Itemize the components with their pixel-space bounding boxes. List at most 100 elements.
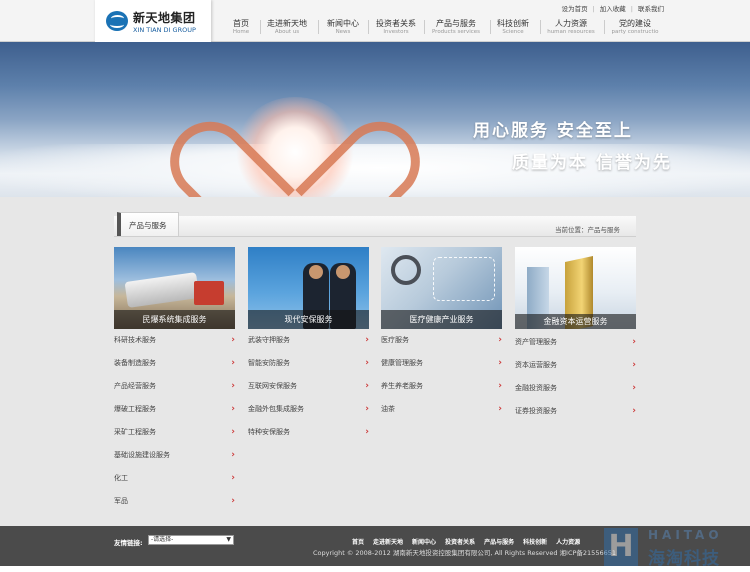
nav-divider bbox=[490, 20, 491, 34]
card-image-finance[interactable]: 金融资本运营服务 bbox=[515, 247, 636, 329]
nav-item-news[interactable]: 新闻中心 News bbox=[324, 18, 362, 35]
chevron-right-icon: › bbox=[632, 337, 636, 347]
list-item[interactable]: 产品经营服务 › bbox=[114, 379, 235, 402]
service-list: 医疗服务 › 健康管理服务 › 养生养老服务 › 油茶 › bbox=[381, 333, 502, 425]
separator: | bbox=[592, 5, 595, 13]
card-image-health[interactable]: 医疗健康产业服务 bbox=[381, 247, 502, 329]
nav-sublabel: Investors bbox=[383, 29, 409, 35]
service-list: 资产管理服务 › 资本运营服务 › 金融投资服务 › 证券投资服务 › bbox=[515, 335, 636, 427]
item-label: 健康管理服务 bbox=[381, 359, 423, 367]
nav-item-science[interactable]: 科技创新 Science bbox=[494, 18, 532, 35]
footer-nav-item[interactable]: 新闻中心 bbox=[412, 539, 436, 546]
footer-nav-item[interactable]: 走进新天地 bbox=[373, 539, 403, 546]
logo-subtitle: XIN TIAN DI GROUP bbox=[133, 26, 196, 34]
chevron-right-icon: › bbox=[231, 427, 235, 437]
card-caption: 现代安保服务 bbox=[248, 310, 369, 329]
banner-slogan-1: 用心服务 安全至上 bbox=[473, 121, 633, 141]
nav-item-about[interactable]: 走进新天地 About us bbox=[264, 18, 310, 35]
tanker-truck-icon bbox=[124, 272, 200, 308]
footer-nav-item[interactable]: 产品与服务 bbox=[484, 539, 514, 546]
list-item[interactable]: 特种安保服务 › bbox=[248, 425, 369, 448]
friend-links-select[interactable]: -请选择- ▼ bbox=[148, 535, 234, 545]
item-label: 采矿工程服务 bbox=[114, 428, 156, 436]
list-item[interactable]: 智能安防服务 › bbox=[248, 356, 369, 379]
add-favorite-link[interactable]: 加入收藏 bbox=[600, 5, 626, 13]
nav-sublabel: Science bbox=[502, 29, 524, 35]
nav-divider bbox=[318, 20, 319, 34]
service-card-health: 医疗健康产业服务 医疗服务 › 健康管理服务 › 养生养老服务 › 油茶 › bbox=[381, 247, 502, 425]
list-item[interactable]: 武装守押服务 › bbox=[248, 333, 369, 356]
nav-divider bbox=[368, 20, 369, 34]
item-label: 金融外包集成服务 bbox=[248, 405, 304, 413]
chevron-right-icon: › bbox=[231, 404, 235, 414]
chevron-right-icon: › bbox=[231, 358, 235, 368]
nav-item-investors[interactable]: 投资者关系 Investors bbox=[374, 18, 418, 35]
nav-label: 投资者关系 bbox=[376, 19, 416, 28]
list-item[interactable]: 基础设施建设服务 › bbox=[114, 448, 235, 471]
list-item[interactable]: 资产管理服务 › bbox=[515, 335, 636, 358]
footer-nav-item[interactable]: 首页 bbox=[352, 539, 364, 546]
list-item[interactable]: 爆破工程服务 › bbox=[114, 402, 235, 425]
nav-divider bbox=[604, 20, 605, 34]
hero-banner[interactable]: 用心服务 安全至上 质量为本 信誉为先 bbox=[0, 42, 750, 197]
item-label: 基础设施建设服务 bbox=[114, 451, 170, 459]
list-item[interactable]: 金融外包集成服务 › bbox=[248, 402, 369, 425]
nav-sublabel: party constructio bbox=[611, 29, 659, 35]
site-header: 新天地集团 XIN TIAN DI GROUP 设为首页 | 加入收藏 | 联系我们 首… bbox=[0, 0, 750, 42]
list-item[interactable]: 金融投资服务 › bbox=[515, 381, 636, 404]
nav-item-home[interactable]: 首页 Home bbox=[228, 18, 254, 35]
service-card-explosives: 民爆系统集成服务 科研技术服务 › 装备制造服务 › 产品经营服务 › 爆破工程服务 ›… bbox=[114, 247, 235, 517]
service-list: 武装守押服务 › 智能安防服务 › 互联网安保服务 › 金融外包集成服务 › 特种安保服… bbox=[248, 333, 369, 448]
list-item[interactable]: 化工 › bbox=[114, 471, 235, 494]
guard-face-icon bbox=[309, 265, 323, 279]
nav-item-products[interactable]: 产品与服务 Products services bbox=[429, 18, 483, 35]
chevron-right-icon: › bbox=[498, 404, 502, 414]
chevron-right-icon: › bbox=[632, 383, 636, 393]
card-caption: 金融资本运营服务 bbox=[515, 314, 636, 329]
nav-item-hr[interactable]: 人力资源 human resources bbox=[546, 18, 596, 35]
contact-link[interactable]: 联系我们 bbox=[638, 5, 664, 13]
item-label: 装备制造服务 bbox=[114, 359, 156, 367]
footer-nav-item[interactable]: 科技创新 bbox=[523, 539, 547, 546]
select-value: -请选择- bbox=[151, 536, 174, 543]
nav-sublabel: News bbox=[335, 29, 351, 35]
list-item[interactable]: 互联网安保服务 › bbox=[248, 379, 369, 402]
friend-links-label: 友情链接: bbox=[114, 539, 143, 547]
list-item[interactable]: 医疗服务 › bbox=[381, 333, 502, 356]
list-item[interactable]: 资本运营服务 › bbox=[515, 358, 636, 381]
item-label: 武装守押服务 bbox=[248, 336, 290, 344]
chevron-right-icon: › bbox=[498, 381, 502, 391]
truck-cab-icon bbox=[194, 281, 224, 305]
item-label: 资本运营服务 bbox=[515, 361, 557, 369]
list-item[interactable]: 油茶 › bbox=[381, 402, 502, 425]
item-label: 爆破工程服务 bbox=[114, 405, 156, 413]
list-item[interactable]: 证券投资服务 › bbox=[515, 404, 636, 427]
stethoscope-icon bbox=[391, 255, 421, 285]
footer-nav-item[interactable]: 人力资源 bbox=[556, 539, 580, 546]
chevron-right-icon: › bbox=[365, 381, 369, 391]
copyright-text: Copyright © 2008-2012 湖南新天地投资控股集团有限公司, A… bbox=[313, 549, 616, 557]
list-item[interactable]: 军品 › bbox=[114, 494, 235, 517]
list-item[interactable]: 装备制造服务 › bbox=[114, 356, 235, 379]
nav-sublabel: About us bbox=[274, 29, 300, 35]
card-image-security[interactable]: 现代安保服务 bbox=[248, 247, 369, 329]
logo-title: 新天地集团 bbox=[133, 11, 196, 25]
nav-label: 科技创新 bbox=[497, 19, 529, 28]
card-image-explosives[interactable]: 民爆系统集成服务 bbox=[114, 247, 235, 329]
nav-label: 党的建设 bbox=[619, 19, 651, 28]
list-item[interactable]: 采矿工程服务 › bbox=[114, 425, 235, 448]
nav-item-party[interactable]: 党的建设 party constructio bbox=[610, 18, 660, 35]
breadcrumb: 当前位置：产品与服务 bbox=[555, 226, 620, 234]
item-label: 互联网安保服务 bbox=[248, 382, 297, 390]
list-item[interactable]: 养生养老服务 › bbox=[381, 379, 502, 402]
nav-label: 人力资源 bbox=[555, 19, 587, 28]
list-item[interactable]: 科研技术服务 › bbox=[114, 333, 235, 356]
separator: | bbox=[630, 5, 633, 13]
chevron-right-icon: › bbox=[231, 335, 235, 345]
logo[interactable]: 新天地集团 XIN TIAN DI GROUP bbox=[95, 0, 211, 42]
chevron-right-icon: › bbox=[231, 473, 235, 483]
nav-label: 新闻中心 bbox=[327, 19, 359, 28]
footer-nav-item[interactable]: 投资者关系 bbox=[445, 539, 475, 546]
set-homepage-link[interactable]: 设为首页 bbox=[562, 5, 588, 13]
list-item[interactable]: 健康管理服务 › bbox=[381, 356, 502, 379]
